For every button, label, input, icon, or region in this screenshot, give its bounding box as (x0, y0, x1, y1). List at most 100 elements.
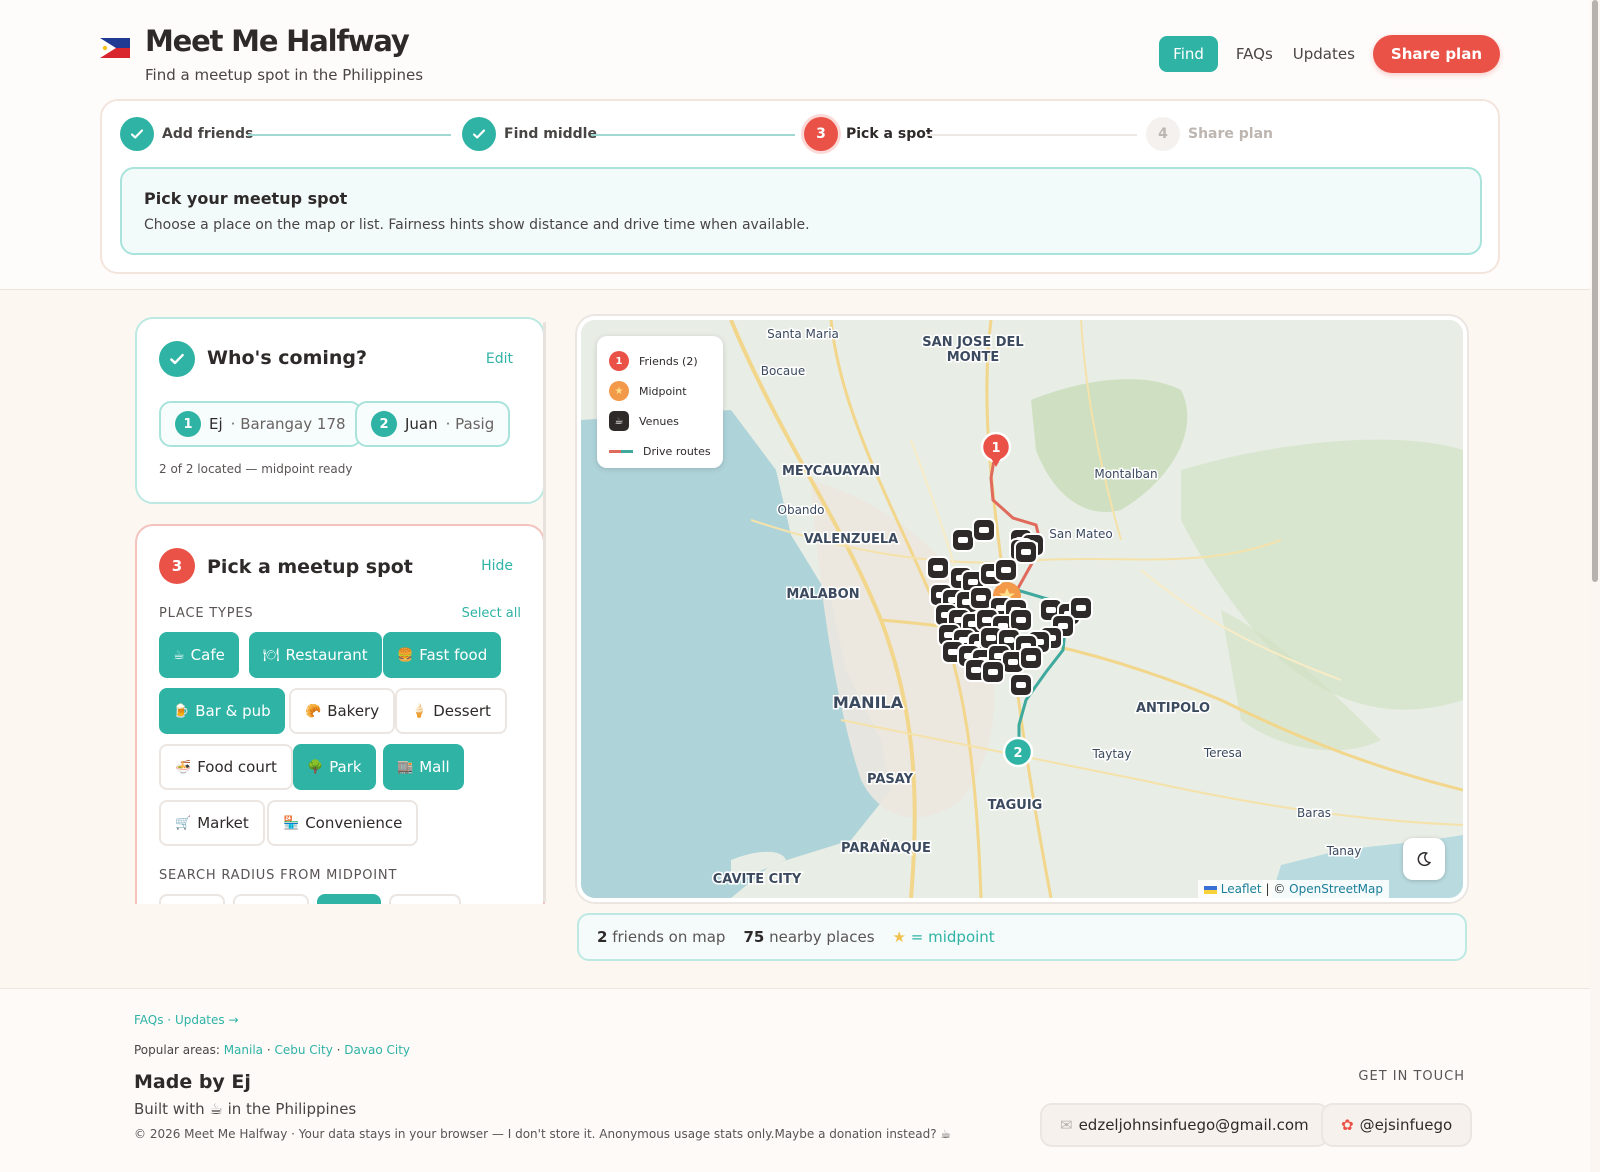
cup-icon (1001, 567, 1011, 573)
panel-scroll-edge (543, 322, 546, 902)
panel-title: Pick a meetup spot (207, 556, 413, 578)
step-connector (248, 134, 451, 136)
cup-icon (933, 565, 943, 571)
scrollbar-thumb[interactable] (1592, 0, 1598, 582)
cup-icon (1016, 617, 1026, 623)
noodle-bowl-icon: 🍜 (175, 759, 192, 775)
type-mall-toggle[interactable]: 🏬 Mall (383, 744, 464, 790)
cup-icon (986, 635, 996, 641)
cup-icon (958, 537, 968, 543)
type-food-court-toggle[interactable]: 🍜 Food court (159, 744, 293, 790)
type-bar-pub-toggle[interactable]: 🍺 Bar & pub (159, 688, 285, 734)
info-text: Choose a place on the map or list. Fairn… (144, 217, 810, 233)
friend-chip[interactable]: 1 Ej · Barangay 178 (159, 401, 362, 447)
type-cafe-toggle[interactable]: ☕ Cafe (159, 632, 239, 678)
radius-option[interactable] (159, 894, 225, 904)
social-icon: ✿ (1341, 1116, 1354, 1134)
popular-areas-label: Popular areas: (134, 1043, 220, 1057)
type-fast-food-toggle[interactable]: 🍔 Fast food (383, 632, 502, 678)
cup-icon (1021, 549, 1031, 555)
map-attribution: Leaflet | © OpenStreetMap (1197, 880, 1389, 898)
select-all-link[interactable]: Select all (462, 606, 521, 621)
map-place-label: TAGUIG (988, 798, 1043, 813)
type-market-toggle[interactable]: 🛒 Market (159, 800, 265, 846)
map-view[interactable]: Santa Maria SAN JOSE DEL MONTE Bocaue MEYCAU… (577, 316, 1467, 902)
map-place-label: Baras (1297, 806, 1331, 820)
envelope-icon: ✉ (1060, 1116, 1073, 1134)
legend-midpoint: ★ Midpoint (609, 376, 711, 406)
popular-area-link[interactable]: Manila (224, 1043, 263, 1057)
pill-label: Convenience (305, 814, 403, 832)
step-number: 3 (804, 117, 838, 151)
share-plan-button[interactable]: Share plan (1372, 35, 1500, 73)
type-bakery-toggle[interactable]: 🥐 Bakery (289, 688, 396, 734)
legend-friends: 1 Friends (2) (609, 346, 711, 376)
star-icon: ★ (892, 928, 906, 946)
type-park-toggle[interactable]: 🌳 Park (293, 744, 376, 790)
map-place-label: San Mateo (1049, 527, 1113, 541)
pill-label: Bar & pub (195, 702, 271, 720)
osm-link[interactable]: OpenStreetMap (1289, 882, 1383, 896)
type-dessert-toggle[interactable]: 🍦 Dessert (395, 688, 507, 734)
footer-links[interactable]: FAQs · Updates → (134, 1013, 239, 1027)
step-share-plan[interactable]: 4 Share plan (1146, 117, 1273, 151)
cafe-icon: ☕ (173, 647, 185, 663)
restaurant-icon: 🍽 (263, 647, 280, 663)
friend-place: · Pasig (445, 415, 495, 433)
pill-label: Dessert (433, 702, 491, 720)
legend-label: Drive routes (643, 444, 711, 458)
map-place-label: CAVITE CITY (713, 872, 802, 887)
pill-label: Market (197, 814, 249, 832)
cup-icon (976, 595, 986, 601)
legend-routes: Drive routes (609, 436, 711, 466)
friend-1-pin-label: 1 (991, 441, 1000, 456)
radius-option[interactable] (389, 894, 461, 904)
step-pick-spot[interactable]: 3 Pick a spot (804, 117, 933, 151)
map-place-label: Taytay (1092, 747, 1132, 761)
friend-2-pin-label: 2 (1013, 746, 1022, 761)
leaflet-link[interactable]: Leaflet (1221, 882, 1262, 896)
radius-option-selected[interactable] (317, 894, 381, 904)
dark-mode-toggle[interactable] (1403, 838, 1445, 880)
pill-label: Cafe (190, 646, 225, 664)
type-restaurant-toggle[interactable]: 🍽 Restaurant (249, 632, 382, 678)
pill-label: Food court (197, 758, 277, 776)
popular-area-link[interactable]: Davao City (344, 1043, 410, 1057)
made-by: Made by Ej (134, 1071, 251, 1093)
popular-area-link[interactable]: Cebu City (275, 1043, 333, 1057)
friend-chip[interactable]: 2 Juan · Pasig (355, 401, 511, 447)
midpoint-hint: ★ = midpoint (893, 928, 995, 946)
step-add-friends[interactable]: Add friends (120, 117, 253, 151)
map-place-label: Teresa (1203, 746, 1242, 760)
edit-friends-link[interactable]: Edit (486, 351, 513, 367)
step-connector (591, 134, 795, 136)
type-convenience-toggle[interactable]: 🏪 Convenience (267, 800, 419, 846)
page-scrollbar[interactable] (1590, 0, 1600, 1172)
nav-find-button[interactable]: Find (1159, 36, 1218, 72)
email-contact-button[interactable]: ✉ edzeljohnsinfuego@gmail.com (1040, 1103, 1329, 1147)
get-in-touch-label: GET IN TOUCH (1358, 1069, 1465, 1084)
place-types-label: PLACE TYPES (159, 606, 254, 621)
friend-name: Ej (209, 415, 223, 433)
pill-label: Restaurant (285, 646, 368, 664)
nav-updates-link[interactable]: Updates (1291, 45, 1357, 63)
step-label: Share plan (1188, 126, 1274, 142)
pill-label: Mall (419, 758, 450, 776)
croissant-icon: 🥐 (305, 703, 322, 719)
social-contact-button[interactable]: ✿ @ejsinfuego (1321, 1103, 1473, 1147)
route-line-icon (609, 449, 633, 453)
stepper-card: Add friends Find middle 3 Pick a spot 4 … (100, 99, 1500, 274)
hide-panel-link[interactable]: Hide (481, 558, 513, 574)
social-handle: @ejsinfuego (1359, 1116, 1453, 1134)
store-icon: 🏪 (283, 815, 300, 831)
places-count: 75 (743, 928, 765, 946)
nav-faqs-link[interactable]: FAQs (1234, 45, 1275, 63)
map-place-label: Bocaue (761, 364, 806, 378)
friend-2-pin[interactable]: 2 (1002, 736, 1034, 768)
pill-label: Park (329, 758, 362, 776)
step-find-middle[interactable]: Find middle (462, 117, 597, 151)
radius-option[interactable] (233, 894, 309, 904)
step-info-box: Pick your meetup spot Choose a place on … (120, 167, 1482, 255)
tree-icon: 🌳 (307, 759, 324, 775)
step-label: Find middle (504, 126, 597, 142)
